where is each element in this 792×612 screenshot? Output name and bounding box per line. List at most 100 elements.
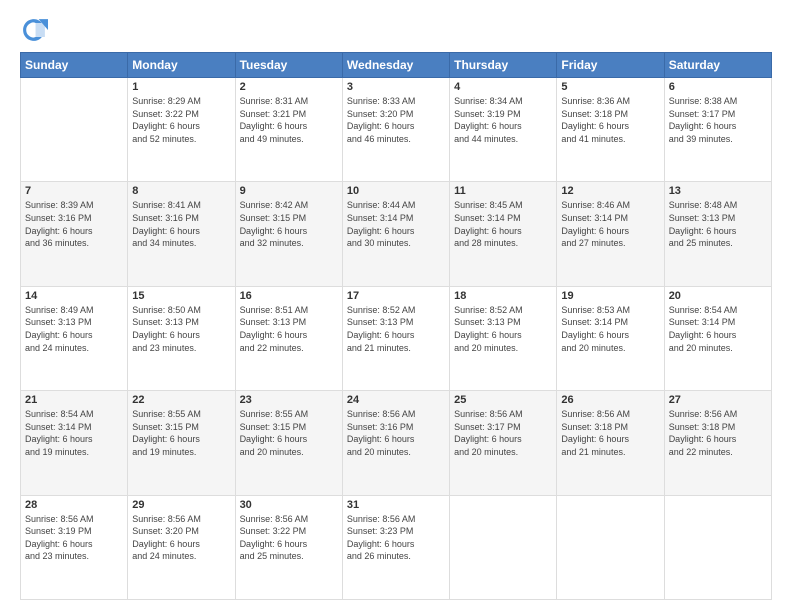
col-sunday: Sunday [21, 53, 128, 78]
col-wednesday: Wednesday [342, 53, 449, 78]
day-info: Sunrise: 8:45 AM Sunset: 3:14 PM Dayligh… [454, 199, 552, 249]
day-number: 19 [561, 290, 659, 302]
day-number: 28 [25, 499, 123, 511]
day-cell: 10 Sunrise: 8:44 AM Sunset: 3:14 PM Dayli… [342, 182, 449, 286]
logo [20, 16, 52, 44]
day-cell: 24 Sunrise: 8:56 AM Sunset: 3:16 PM Dayli… [342, 391, 449, 495]
week-row-1: 1Sunrise: 8:29 AM Sunset: 3:22 PM Daylig… [21, 78, 772, 182]
day-info: Sunrise: 8:39 AM Sunset: 3:16 PM Dayligh… [25, 199, 123, 249]
day-cell: 18 Sunrise: 8:52 AM Sunset: 3:13 PM Dayli… [450, 286, 557, 390]
week-row-2: 7 Sunrise: 8:39 AM Sunset: 3:16 PM Daylig… [21, 182, 772, 286]
day-info: Sunrise: 8:33 AM Sunset: 3:20 PM Dayligh… [347, 95, 445, 145]
day-info: Sunrise: 8:29 AM Sunset: 3:22 PM Dayligh… [132, 95, 230, 145]
day-info: Sunrise: 8:41 AM Sunset: 3:16 PM Dayligh… [132, 199, 230, 249]
day-info: Sunrise: 8:51 AM Sunset: 3:13 PM Dayligh… [240, 304, 338, 354]
day-info: Sunrise: 8:36 AM Sunset: 3:18 PM Dayligh… [561, 95, 659, 145]
day-number: 7 [25, 185, 123, 197]
day-number: 12 [561, 185, 659, 197]
day-info: Sunrise: 8:55 AM Sunset: 3:15 PM Dayligh… [132, 408, 230, 458]
day-cell: 20Sunrise: 8:54 AM Sunset: 3:14 PM Dayli… [664, 286, 771, 390]
day-cell: 21 Sunrise: 8:54 AM Sunset: 3:14 PM Dayli… [21, 391, 128, 495]
col-thursday: Thursday [450, 53, 557, 78]
day-number: 20 [669, 290, 767, 302]
col-tuesday: Tuesday [235, 53, 342, 78]
day-number: 29 [132, 499, 230, 511]
day-cell: 11 Sunrise: 8:45 AM Sunset: 3:14 PM Dayli… [450, 182, 557, 286]
day-cell: 9 Sunrise: 8:42 AM Sunset: 3:15 PM Daylig… [235, 182, 342, 286]
day-info: Sunrise: 8:52 AM Sunset: 3:13 PM Dayligh… [454, 304, 552, 354]
day-info: Sunrise: 8:56 AM Sunset: 3:18 PM Dayligh… [561, 408, 659, 458]
day-number: 24 [347, 394, 445, 406]
day-cell: 6 Sunrise: 8:38 AM Sunset: 3:17 PM Daylig… [664, 78, 771, 182]
day-number: 15 [132, 290, 230, 302]
day-cell: 28 Sunrise: 8:56 AM Sunset: 3:19 PM Dayli… [21, 495, 128, 599]
day-number: 2 [240, 81, 338, 93]
day-number: 17 [347, 290, 445, 302]
day-number: 6 [669, 81, 767, 93]
day-info: Sunrise: 8:49 AM Sunset: 3:13 PM Dayligh… [25, 304, 123, 354]
day-cell: 23Sunrise: 8:55 AM Sunset: 3:15 PM Dayli… [235, 391, 342, 495]
day-cell: 29 Sunrise: 8:56 AM Sunset: 3:20 PM Dayli… [128, 495, 235, 599]
day-cell: 19 Sunrise: 8:53 AM Sunset: 3:14 PM Dayli… [557, 286, 664, 390]
day-info: Sunrise: 8:52 AM Sunset: 3:13 PM Dayligh… [347, 304, 445, 354]
day-number: 5 [561, 81, 659, 93]
day-cell [21, 78, 128, 182]
week-row-3: 14 Sunrise: 8:49 AM Sunset: 3:13 PM Dayli… [21, 286, 772, 390]
day-number: 21 [25, 394, 123, 406]
col-friday: Friday [557, 53, 664, 78]
day-number: 22 [132, 394, 230, 406]
day-cell: 22 Sunrise: 8:55 AM Sunset: 3:15 PM Dayli… [128, 391, 235, 495]
day-number: 18 [454, 290, 552, 302]
day-number: 11 [454, 185, 552, 197]
day-number: 4 [454, 81, 552, 93]
day-info: Sunrise: 8:54 AM Sunset: 3:14 PM Dayligh… [25, 408, 123, 458]
day-info: Sunrise: 8:31 AM Sunset: 3:21 PM Dayligh… [240, 95, 338, 145]
day-number: 31 [347, 499, 445, 511]
day-cell: 17 Sunrise: 8:52 AM Sunset: 3:13 PM Dayli… [342, 286, 449, 390]
day-info: Sunrise: 8:42 AM Sunset: 3:15 PM Dayligh… [240, 199, 338, 249]
day-cell: 1Sunrise: 8:29 AM Sunset: 3:22 PM Daylig… [128, 78, 235, 182]
day-cell: 16 Sunrise: 8:51 AM Sunset: 3:13 PM Dayli… [235, 286, 342, 390]
day-info: Sunrise: 8:56 AM Sunset: 3:19 PM Dayligh… [25, 513, 123, 563]
day-number: 25 [454, 394, 552, 406]
day-number: 13 [669, 185, 767, 197]
day-info: Sunrise: 8:46 AM Sunset: 3:14 PM Dayligh… [561, 199, 659, 249]
day-info: Sunrise: 8:56 AM Sunset: 3:16 PM Dayligh… [347, 408, 445, 458]
week-row-4: 21 Sunrise: 8:54 AM Sunset: 3:14 PM Dayli… [21, 391, 772, 495]
day-cell: 5 Sunrise: 8:36 AM Sunset: 3:18 PM Daylig… [557, 78, 664, 182]
day-info: Sunrise: 8:53 AM Sunset: 3:14 PM Dayligh… [561, 304, 659, 354]
day-number: 30 [240, 499, 338, 511]
day-cell: 15 Sunrise: 8:50 AM Sunset: 3:13 PM Dayli… [128, 286, 235, 390]
day-cell: 14 Sunrise: 8:49 AM Sunset: 3:13 PM Dayli… [21, 286, 128, 390]
day-cell: 26 Sunrise: 8:56 AM Sunset: 3:18 PM Dayli… [557, 391, 664, 495]
day-info: Sunrise: 8:56 AM Sunset: 3:23 PM Dayligh… [347, 513, 445, 563]
day-cell: 12 Sunrise: 8:46 AM Sunset: 3:14 PM Dayli… [557, 182, 664, 286]
day-info: Sunrise: 8:44 AM Sunset: 3:14 PM Dayligh… [347, 199, 445, 249]
header-row: Sunday Monday Tuesday Wednesday Thursday… [21, 53, 772, 78]
logo-icon [20, 16, 48, 44]
day-cell [450, 495, 557, 599]
day-info: Sunrise: 8:55 AM Sunset: 3:15 PM Dayligh… [240, 408, 338, 458]
day-number: 26 [561, 394, 659, 406]
day-info: Sunrise: 8:56 AM Sunset: 3:20 PM Dayligh… [132, 513, 230, 563]
day-cell [557, 495, 664, 599]
day-cell [664, 495, 771, 599]
day-number: 3 [347, 81, 445, 93]
week-row-5: 28 Sunrise: 8:56 AM Sunset: 3:19 PM Dayli… [21, 495, 772, 599]
day-info: Sunrise: 8:38 AM Sunset: 3:17 PM Dayligh… [669, 95, 767, 145]
day-number: 10 [347, 185, 445, 197]
day-cell: 2 Sunrise: 8:31 AM Sunset: 3:21 PM Daylig… [235, 78, 342, 182]
day-number: 16 [240, 290, 338, 302]
day-cell: 4 Sunrise: 8:34 AM Sunset: 3:19 PM Daylig… [450, 78, 557, 182]
day-info: Sunrise: 8:34 AM Sunset: 3:19 PM Dayligh… [454, 95, 552, 145]
day-info: Sunrise: 8:56 AM Sunset: 3:22 PM Dayligh… [240, 513, 338, 563]
col-monday: Monday [128, 53, 235, 78]
page: Sunday Monday Tuesday Wednesday Thursday… [0, 0, 792, 612]
day-cell: 7 Sunrise: 8:39 AM Sunset: 3:16 PM Daylig… [21, 182, 128, 286]
day-number: 9 [240, 185, 338, 197]
day-number: 14 [25, 290, 123, 302]
day-info: Sunrise: 8:50 AM Sunset: 3:13 PM Dayligh… [132, 304, 230, 354]
day-cell: 25 Sunrise: 8:56 AM Sunset: 3:17 PM Dayli… [450, 391, 557, 495]
day-info: Sunrise: 8:56 AM Sunset: 3:17 PM Dayligh… [454, 408, 552, 458]
header [20, 16, 772, 44]
